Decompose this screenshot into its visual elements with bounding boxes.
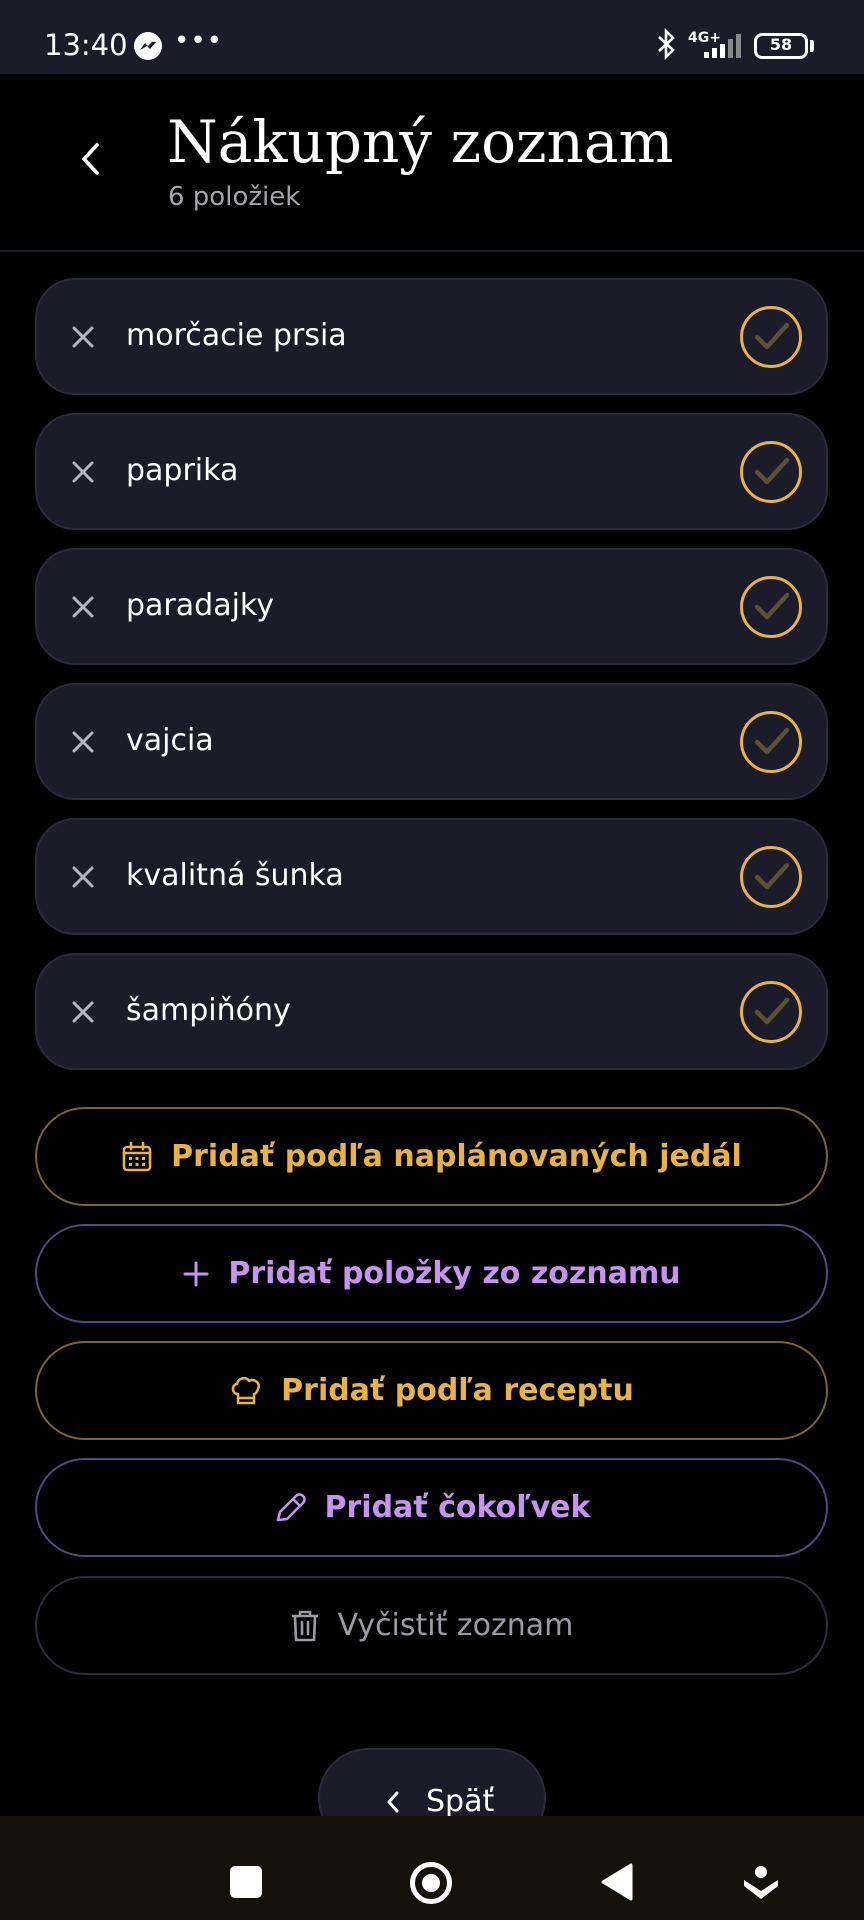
trash-icon bbox=[290, 1609, 320, 1643]
add-anything-button[interactable]: Pridať čokoľvek bbox=[35, 1458, 828, 1557]
back-button-label: Späť bbox=[426, 1784, 495, 1819]
clear-list-label: Vyčistiť zoznam bbox=[337, 1608, 574, 1643]
nav-back-icon[interactable] bbox=[600, 1862, 634, 1906]
more-dots-icon: ••• bbox=[174, 26, 224, 56]
check-icon[interactable] bbox=[740, 441, 802, 503]
list-item[interactable]: morčacie prsia bbox=[35, 278, 828, 395]
plus-icon bbox=[182, 1260, 210, 1288]
check-icon[interactable] bbox=[740, 306, 802, 368]
messenger-icon bbox=[134, 32, 162, 60]
battery-tip bbox=[810, 40, 814, 52]
check-icon[interactable] bbox=[740, 981, 802, 1043]
list-item[interactable]: vajcia bbox=[35, 683, 828, 800]
item-label: paprika bbox=[126, 453, 239, 488]
signal-icon bbox=[702, 30, 746, 64]
calendar-icon bbox=[121, 1141, 153, 1173]
remove-icon[interactable] bbox=[67, 726, 99, 758]
recent-apps-icon[interactable] bbox=[230, 1866, 262, 1898]
chevron-left-icon bbox=[386, 1790, 400, 1818]
check-icon[interactable] bbox=[740, 846, 802, 908]
header-divider bbox=[0, 250, 864, 252]
add-from-recipe-label: Pridať podľa receptu bbox=[281, 1373, 634, 1408]
remove-icon[interactable] bbox=[67, 996, 99, 1028]
list-item[interactable]: paprika bbox=[35, 413, 828, 530]
assistant-icon[interactable] bbox=[742, 1864, 780, 1906]
list-item[interactable]: paradajky bbox=[35, 548, 828, 665]
add-from-list-button[interactable]: Pridať položky zo zoznamu bbox=[35, 1224, 828, 1323]
add-anything-label: Pridať čokoľvek bbox=[324, 1490, 591, 1525]
home-icon[interactable] bbox=[410, 1862, 452, 1904]
remove-icon[interactable] bbox=[67, 456, 99, 488]
page-title: Nákupný zoznam bbox=[167, 108, 674, 176]
back-chevron-icon[interactable] bbox=[80, 142, 100, 180]
add-from-list-label: Pridať položky zo zoznamu bbox=[228, 1256, 681, 1291]
bluetooth-icon bbox=[656, 27, 678, 64]
item-count: 6 položiek bbox=[168, 182, 301, 212]
item-label: vajcia bbox=[126, 723, 214, 758]
pencil-icon bbox=[273, 1491, 307, 1525]
check-icon[interactable] bbox=[740, 711, 802, 773]
status-bar: 13:40 ••• 4G+ 58 bbox=[0, 0, 864, 74]
chef-hat-icon bbox=[229, 1375, 263, 1407]
battery-icon: 58 bbox=[754, 33, 808, 59]
remove-icon[interactable] bbox=[67, 861, 99, 893]
battery-level: 58 bbox=[769, 35, 793, 54]
item-label: šampiňóny bbox=[126, 993, 291, 1028]
item-label: kvalitná šunka bbox=[126, 858, 344, 893]
remove-icon[interactable] bbox=[67, 591, 99, 623]
list-item[interactable]: šampiňóny bbox=[35, 953, 828, 1070]
add-planned-meals-label: Pridať podľa naplánovaných jedál bbox=[171, 1139, 742, 1174]
list-item[interactable]: kvalitná šunka bbox=[35, 818, 828, 935]
item-label: paradajky bbox=[126, 588, 274, 623]
add-planned-meals-button[interactable]: Pridať podľa naplánovaných jedál bbox=[35, 1107, 828, 1206]
item-label: morčacie prsia bbox=[126, 318, 347, 353]
check-icon[interactable] bbox=[740, 576, 802, 638]
remove-icon[interactable] bbox=[67, 321, 99, 353]
navigation-bar bbox=[0, 1816, 864, 1920]
status-time: 13:40 bbox=[44, 28, 128, 62]
add-from-recipe-button[interactable]: Pridať podľa receptu bbox=[35, 1341, 828, 1440]
clear-list-button[interactable]: Vyčistiť zoznam bbox=[35, 1576, 828, 1675]
